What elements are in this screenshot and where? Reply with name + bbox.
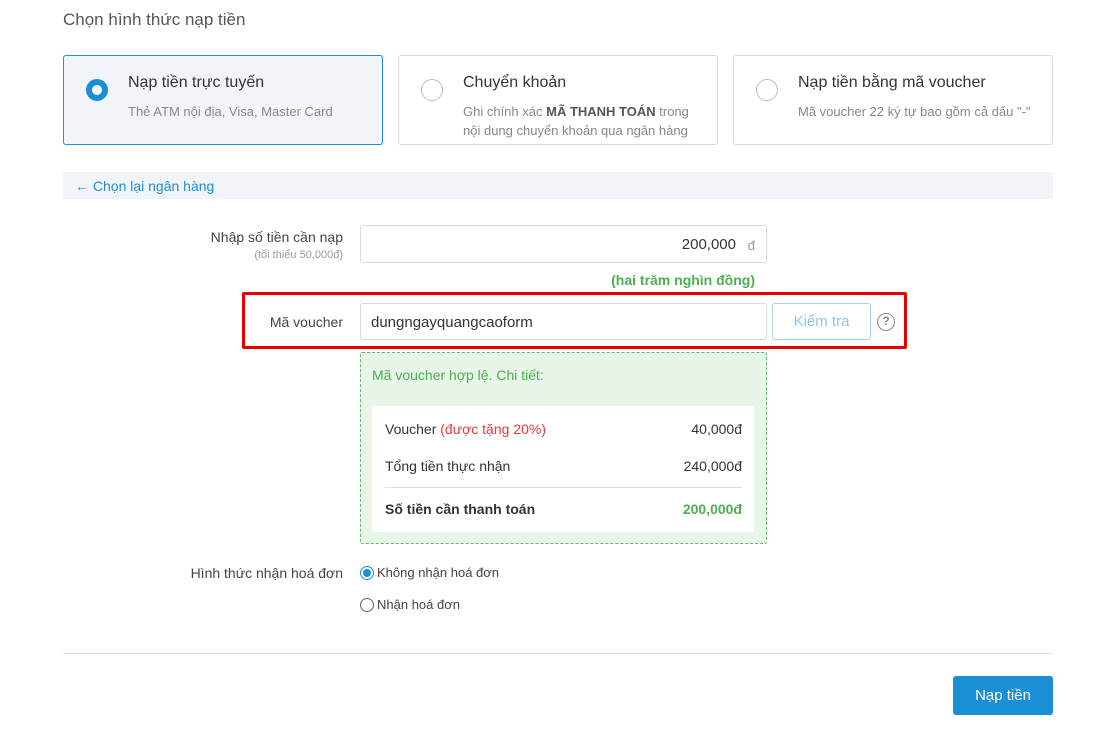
radio-voucher[interactable] (756, 79, 778, 101)
help-icon[interactable]: ? (877, 313, 895, 331)
radio-transfer[interactable] (421, 79, 443, 101)
back-to-bank-link[interactable]: ← Chọn lại ngân hàng (75, 178, 214, 194)
divider (385, 487, 742, 488)
radio-label: Nhận hoá đơn (377, 597, 460, 612)
method-desc: Mã voucher 22 ký tự bao gồm cả dấu "-" (798, 104, 1031, 119)
voucher-row-value: 40,000đ (691, 421, 742, 437)
to-pay-row: Số tiền cần thanh toán 200,000đ (385, 501, 742, 517)
method-card-transfer[interactable]: Chuyển khoản Ghi chính xác MÃ THANH TOÁN… (398, 55, 718, 145)
method-desc-bold: MÃ THANH TOÁN (546, 104, 656, 119)
voucher-result-box: Mã voucher hợp lệ. Chi tiết: Voucher (đư… (360, 352, 767, 544)
back-bar: ← Chọn lại ngân hàng (63, 172, 1053, 199)
amount-label: Nhập số tiền cần nạp (210, 229, 343, 245)
voucher-value: dungngayquangcaoform (371, 314, 533, 331)
invoice-label: Hình thức nhận hoá đơn (190, 565, 343, 581)
total-received-row: Tổng tiền thực nhận 240,000đ (385, 458, 742, 474)
total-received-value: 240,000đ (683, 458, 742, 474)
amount-sublabel: (tối thiểu 50,000đ) (254, 249, 343, 261)
to-pay-label: Số tiền cần thanh toán (385, 501, 536, 517)
submit-button[interactable]: Nạp tiền (953, 676, 1053, 715)
to-pay-value: 200,000đ (682, 501, 742, 517)
section-title: Chọn hình thức nạp tiền (63, 10, 246, 29)
voucher-label: Mã voucher (269, 314, 343, 330)
method-card-online[interactable]: Nạp tiền trực tuyến Thẻ ATM nội địa, Vis… (63, 55, 383, 145)
voucher-result-title: Mã voucher hợp lệ. Chi tiết: (372, 367, 544, 383)
radio-online[interactable] (86, 79, 108, 101)
divider (63, 653, 1053, 654)
amount-value: 200,000 (681, 236, 736, 253)
radio-dot[interactable] (360, 566, 374, 580)
method-title: Nạp tiền trực tuyến (128, 74, 265, 91)
currency-unit: đ (747, 238, 755, 253)
total-received-label: Tổng tiền thực nhận (385, 458, 511, 474)
method-title: Nạp tiền bằng mã voucher (798, 74, 986, 91)
radio-dot[interactable] (360, 598, 374, 612)
amount-in-words: (hai trăm nghìn đồng) (611, 272, 755, 288)
voucher-row: Voucher (được tặng 20%) 40,000đ (385, 421, 742, 437)
method-desc: Thẻ ATM nội địa, Visa, Master Card (128, 104, 333, 119)
method-desc: Ghi chính xác MÃ THANH TOÁN trong nội du… (463, 102, 708, 140)
method-title: Chuyển khoản (463, 74, 567, 91)
voucher-details: Voucher (được tặng 20%) 40,000đ Tổng tiề… (372, 406, 754, 532)
voucher-row-label: Voucher (385, 421, 441, 437)
radio-label: Không nhận hoá đơn (377, 565, 500, 580)
amount-input[interactable]: 200,000 đ (360, 225, 767, 263)
voucher-bonus: (được tặng 20%) (440, 421, 546, 437)
voucher-input[interactable]: dungngayquangcaoform (360, 303, 767, 340)
method-card-voucher[interactable]: Nạp tiền bằng mã voucher Mã voucher 22 k… (733, 55, 1053, 145)
check-voucher-button[interactable]: Kiểm tra (772, 303, 871, 340)
method-desc-pre: Ghi chính xác (463, 104, 547, 119)
